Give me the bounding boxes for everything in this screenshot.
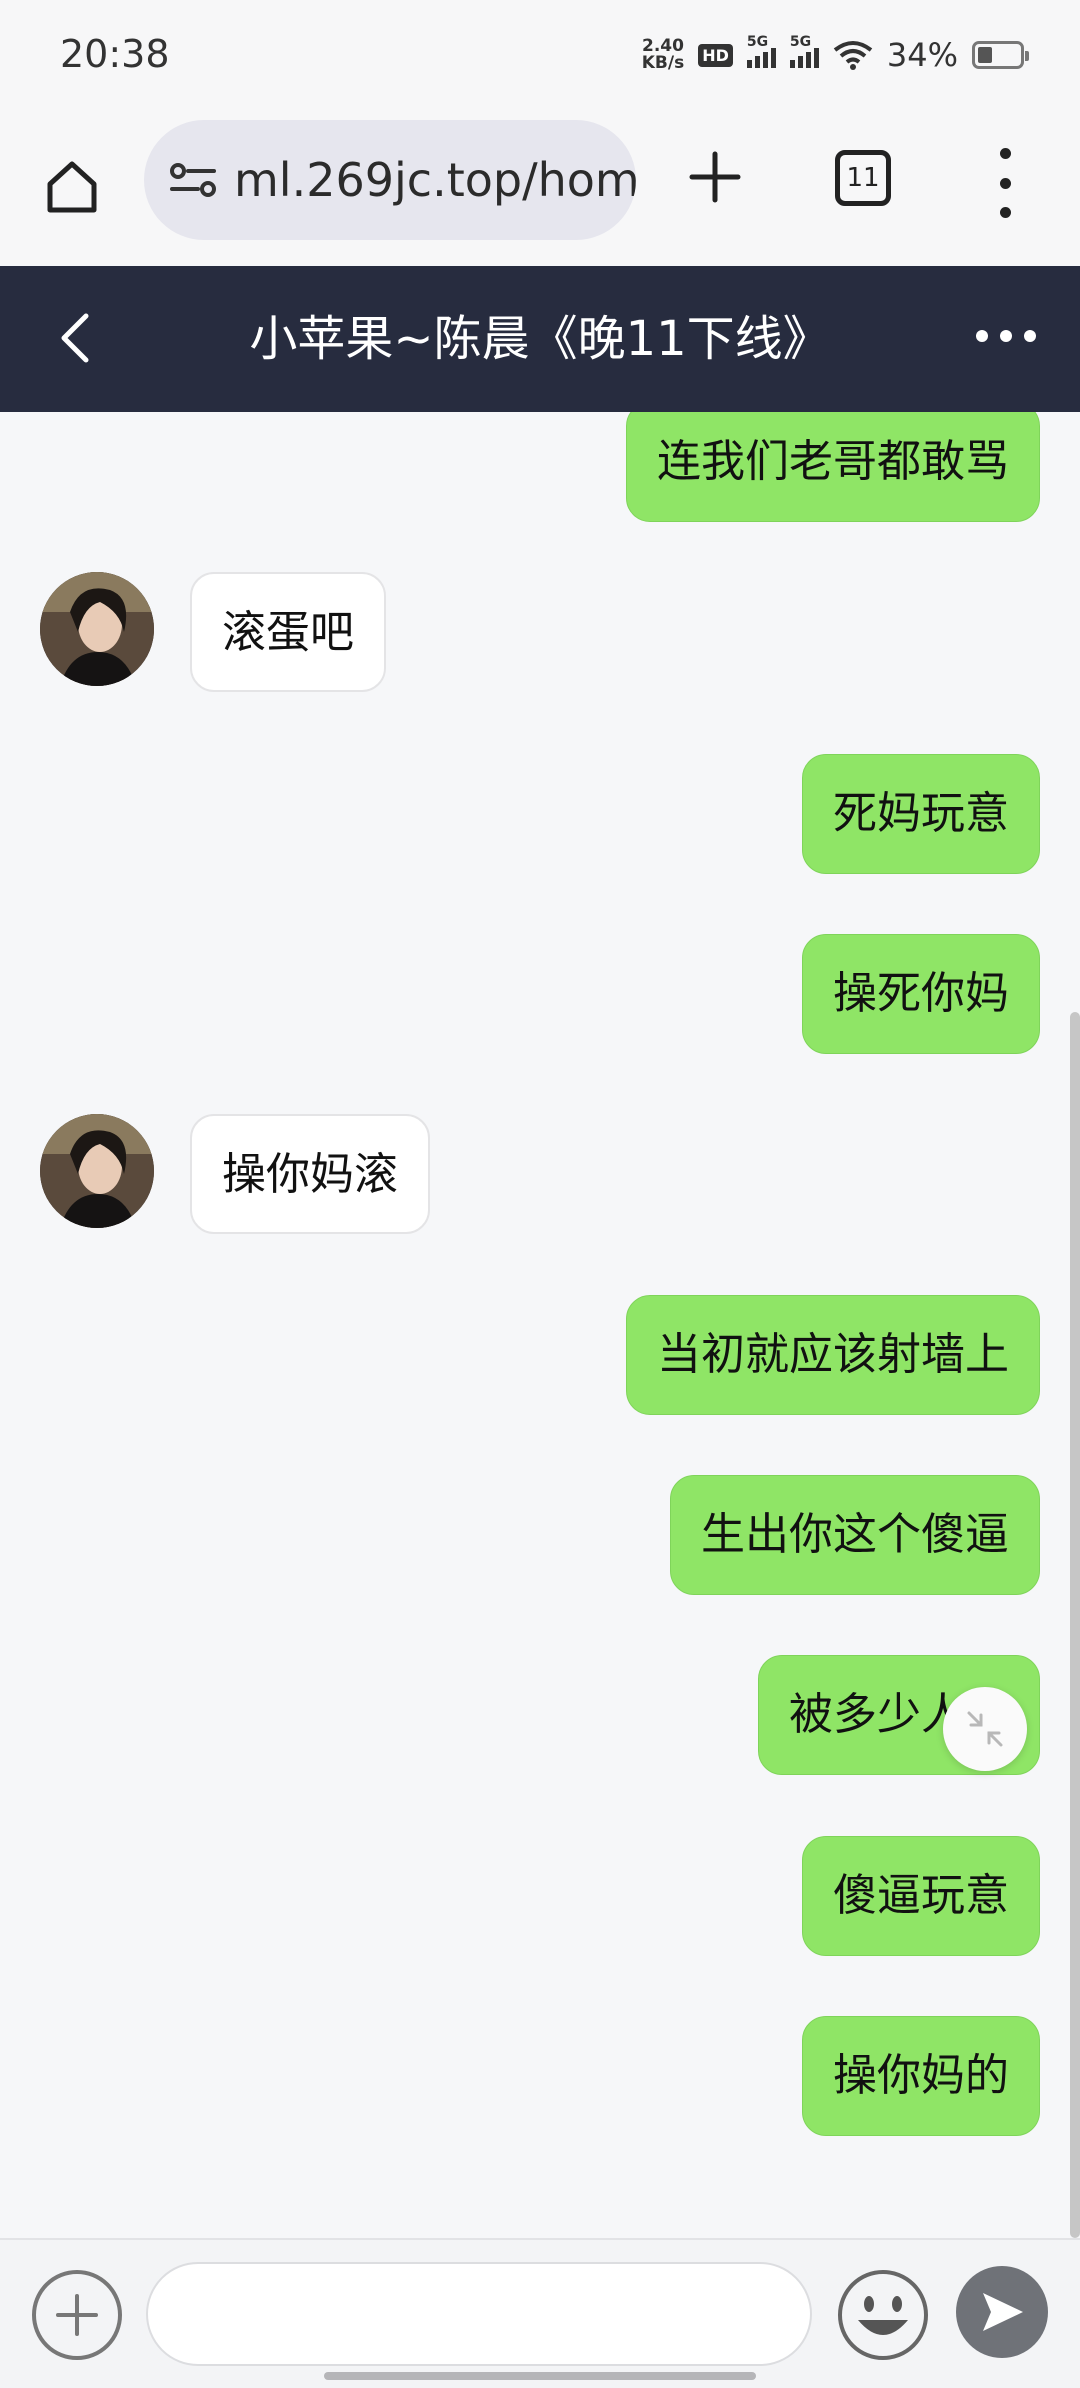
message-bubble-received: 操你妈滚 — [190, 1114, 430, 1234]
battery-icon — [972, 41, 1029, 69]
plus-icon — [689, 151, 741, 203]
emoji-icon[interactable] — [836, 2268, 930, 2362]
more-options-button[interactable] — [976, 326, 1036, 346]
signal-label: 5G — [789, 34, 812, 50]
back-icon[interactable] — [48, 308, 108, 368]
message-input-bar — [0, 2238, 1080, 2388]
chat-title: 小苹果~陈晨《晚11下线》 — [249, 311, 831, 367]
more-dot-icon — [1000, 330, 1012, 342]
battery-percent: 34% — [886, 36, 958, 74]
chat-header: 小苹果~陈晨《晚11下线》 — [0, 266, 1080, 412]
message-bubble-sent: 操你妈的 — [802, 2016, 1040, 2136]
status-icons: 2.40 KB/s HD 5G 5G 34% — [642, 34, 1029, 74]
home-button[interactable] — [36, 150, 108, 222]
app-root: 20:38 2.40 KB/s HD 5G 5G 34% ml.269jc.to… — [0, 0, 1080, 2388]
browser-menu-button[interactable] — [990, 148, 1020, 218]
message-input[interactable] — [146, 2262, 812, 2366]
hd-icon: HD — [698, 43, 733, 67]
signal-icon: 5G — [746, 34, 776, 68]
send-icon — [983, 2293, 1023, 2331]
home-icon — [47, 161, 97, 213]
message-bubble-sent: 生出你这个傻逼 — [670, 1475, 1040, 1595]
message-bubble-sent: 连我们老哥都敢骂 — [626, 412, 1040, 522]
network-speed-unit: KB/s — [641, 53, 685, 73]
menu-dot-icon — [999, 148, 1011, 159]
site-settings-icon[interactable] — [168, 155, 218, 205]
tab-switcher-button[interactable]: 11 — [835, 150, 891, 206]
message-bubble-sent: 操死你妈 — [802, 934, 1040, 1054]
menu-dot-icon — [999, 177, 1011, 189]
contact-avatar[interactable] — [40, 1114, 154, 1228]
message-bubble-sent: 死妈玩意 — [802, 754, 1040, 874]
message-bubble-sent: 傻逼玩意 — [802, 1836, 1040, 1956]
collapse-float-button[interactable] — [943, 1687, 1027, 1771]
address-bar[interactable]: ml.269jc.top/hom — [144, 120, 636, 240]
status-bar: 20:38 2.40 KB/s HD 5G 5G 34% — [0, 0, 1080, 112]
send-button[interactable] — [956, 2266, 1048, 2358]
collapse-icon — [967, 1711, 1003, 1747]
signal-icon: 5G — [789, 34, 819, 68]
home-indicator[interactable] — [324, 2372, 756, 2380]
signal-label: 5G — [746, 34, 769, 50]
message-bubble-sent: 当初就应该射墙上 — [626, 1295, 1040, 1415]
url-text[interactable]: ml.269jc.top/hom — [234, 153, 636, 207]
new-tab-button[interactable] — [680, 142, 750, 212]
scrollbar[interactable] — [1070, 1012, 1080, 2238]
wifi-icon — [833, 41, 873, 70]
more-dot-icon — [1024, 330, 1036, 342]
status-time: 20:38 — [60, 32, 170, 76]
message-bubble-received: 滚蛋吧 — [190, 572, 386, 692]
message-list[interactable]: 连我们老哥都敢骂 滚蛋吧 死妈玩意 操死你妈 操你妈滚 当初就应该射墙上 生出你… — [0, 412, 1080, 2238]
more-dot-icon — [976, 330, 988, 342]
browser-toolbar: ml.269jc.top/hom 11 — [0, 112, 1080, 264]
network-speed: 2.40 KB/s — [642, 38, 684, 72]
plus-icon — [56, 2294, 98, 2336]
menu-dot-icon — [999, 207, 1011, 218]
attach-button[interactable] — [32, 2270, 122, 2360]
contact-avatar[interactable] — [40, 572, 154, 686]
